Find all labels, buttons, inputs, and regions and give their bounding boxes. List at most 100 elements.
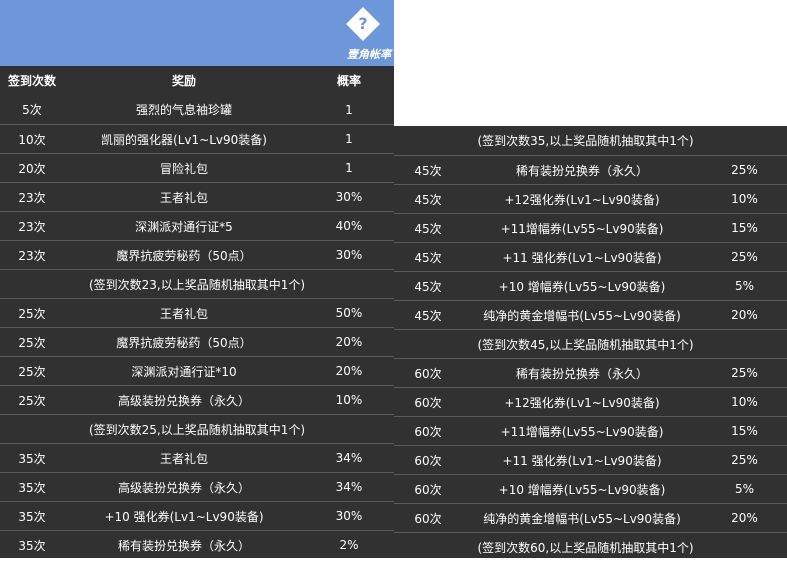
checkin-count-cell: 35次 <box>18 480 46 495</box>
checkin-count-cell: 60次 <box>414 395 442 410</box>
site-logo: ? 壹角帐率 <box>345 6 393 64</box>
table-row: 35次 +10 强化券(Lv1~Lv90装备) 30% <box>0 501 394 530</box>
note-text: (签到次数60,以上奖品随机抽取其中1个) <box>477 540 694 555</box>
table-row: 35次 高级装扮兑换券（永久） 34% <box>0 472 394 501</box>
probability-cell: 1 <box>345 132 353 146</box>
table-row: 45次 +12强化券(Lv1~Lv90装备) 10% <box>394 184 787 213</box>
checkin-count-cell: 45次 <box>414 163 442 178</box>
probability-cell: 2% <box>339 538 359 552</box>
note-text: (签到次数23,以上奖品随机抽取其中1个) <box>88 277 306 292</box>
table-row: 20次 冒险礼包 1 <box>0 153 394 182</box>
checkin-count-cell: 35次 <box>18 538 46 553</box>
reward-cell: +11 强化券(Lv1~Lv90装备) <box>502 453 662 468</box>
probability-cell: 20% <box>731 308 758 322</box>
checkin-count-cell: 35次 <box>18 509 46 524</box>
probability-cell: 25% <box>731 366 758 380</box>
probability-cell: 1 <box>345 102 353 117</box>
probability-cell: 20% <box>731 511 758 525</box>
checkin-count-cell: 60次 <box>414 366 442 381</box>
probability-cell: 34% <box>335 480 363 494</box>
checkin-count-cell: 25次 <box>18 393 46 408</box>
probability-cell: 25% <box>731 163 758 177</box>
checkin-count-cell: 60次 <box>414 424 442 439</box>
probability-cell: 5% <box>734 279 755 293</box>
checkin-count-cell: 20次 <box>18 161 46 176</box>
reward-cell: 魔界抗疲劳秘药（50点） <box>116 248 252 263</box>
checkin-count-cell: 60次 <box>414 482 442 497</box>
checkin-count-cell: 45次 <box>414 250 442 265</box>
checkin-count-cell: 45次 <box>414 308 442 323</box>
probability-cell: 50% <box>335 306 363 320</box>
probability-cell: 15% <box>731 221 758 235</box>
header-checkin-count: 签到次数 <box>7 74 56 88</box>
checkin-count-cell: 35次 <box>18 451 46 466</box>
table-note-row: (签到次数25,以上奖品随机抽取其中1个) <box>0 414 394 443</box>
checkin-count-cell: 23次 <box>18 248 46 263</box>
checkin-count-cell: 5次 <box>22 103 42 117</box>
table-note-row: (签到次数45,以上奖品随机抽取其中1个) <box>394 329 787 358</box>
reward-table-left: 签到次数 奖励 概率 5次 强烈的气息袖珍罐 1 10次 凯丽的强化器(Lv1~Lv90… <box>0 66 394 558</box>
reward-cell: 凯丽的强化器(Lv1~Lv90装备) <box>101 132 267 147</box>
probability-cell: 25% <box>731 250 758 264</box>
checkin-count-cell: 23次 <box>18 190 46 205</box>
reward-cell: +10 增幅券(Lv55~Lv90装备) <box>498 482 666 497</box>
probability-cell: 30% <box>335 509 363 523</box>
header-probability: 概率 <box>336 74 361 88</box>
reward-cell: 纯净的黄金增幅书(Lv55~Lv90装备) <box>483 308 681 323</box>
table-row: 10次 凯丽的强化器(Lv1~Lv90装备) 1 <box>0 124 394 153</box>
table-row: 45次 稀有装扮兑换券（永久） 25% <box>394 155 787 184</box>
note-text: (签到次数45,以上奖品随机抽取其中1个) <box>477 337 694 352</box>
probability-cell: 10% <box>731 395 758 409</box>
reward-cell: +10 增幅券(Lv55~Lv90装备) <box>498 279 666 294</box>
checkin-count-cell: 45次 <box>414 279 442 294</box>
probability-cell: 34% <box>335 451 363 465</box>
probability-cell: 15% <box>731 424 758 438</box>
table-row: 45次 纯净的黄金增幅书(Lv55~Lv90装备) 20% <box>394 300 787 329</box>
table-row: 25次 深渊派对通行证*10 20% <box>0 356 394 385</box>
reward-cell: 深渊派对通行证*10 <box>131 364 237 379</box>
table-row: 23次 魔界抗疲劳秘药（50点） 30% <box>0 240 394 269</box>
reward-cell: 魔界抗疲劳秘药（50点） <box>116 335 252 350</box>
header-reward: 奖励 <box>171 74 196 88</box>
probability-cell: 10% <box>731 192 758 206</box>
table-row: 25次 王者礼包 50% <box>0 298 394 327</box>
note-text: (签到次数25,以上奖品随机抽取其中1个) <box>88 422 306 437</box>
table-row: 25次 高级装扮兑换券（永久） 10% <box>0 385 394 414</box>
reward-cell: +11 强化券(Lv1~Lv90装备) <box>502 250 662 265</box>
table-row: 23次 深渊派对通行证*5 40% <box>0 211 394 240</box>
logo-text: 壹角帐率 <box>347 48 391 61</box>
probability-cell: 1 <box>345 161 353 175</box>
table-row: 35次 王者礼包 34% <box>0 443 394 472</box>
probability-cell: 30% <box>335 190 363 204</box>
reward-cell: 强烈的气息袖珍罐 <box>135 103 232 117</box>
reward-cell: 冒险礼包 <box>159 161 208 176</box>
table-note-row: (签到次数60,以上奖品随机抽取其中1个) <box>394 532 787 561</box>
probability-cell: 40% <box>335 219 363 233</box>
table-row: 60次 纯净的黄金增幅书(Lv55~Lv90装备) 20% <box>394 503 787 532</box>
table-row: 45次 +11 强化券(Lv1~Lv90装备) 25% <box>394 242 787 271</box>
table-row: 60次 +11增幅券(Lv55~Lv90装备) 15% <box>394 416 787 445</box>
table-row: 60次 +10 增幅券(Lv55~Lv90装备) 5% <box>394 474 787 503</box>
table-row: 60次 +11 强化券(Lv1~Lv90装备) 25% <box>394 445 787 474</box>
reward-cell: +12强化券(Lv1~Lv90装备) <box>504 395 660 410</box>
table-note-row: (签到次数23,以上奖品随机抽取其中1个) <box>0 269 394 298</box>
table-header: 签到次数 奖励 概率 <box>0 66 394 95</box>
reward-cell: 深渊派对通行证*5 <box>135 219 233 234</box>
reward-cell: 高级装扮兑换券（永久） <box>117 480 250 495</box>
reward-cell: 王者礼包 <box>159 306 208 321</box>
reward-cell: +11增幅券(Lv55~Lv90装备) <box>500 221 664 236</box>
reward-cell: 王者礼包 <box>159 451 208 466</box>
probability-cell: 20% <box>335 335 363 349</box>
reward-cell: +10 强化券(Lv1~Lv90装备) <box>104 509 264 524</box>
probability-cell: 10% <box>335 393 363 407</box>
checkin-count-cell: 60次 <box>414 511 442 526</box>
reward-cell: 稀有装扮兑换券（永久） <box>515 163 648 178</box>
reward-cell: 稀有装扮兑换券（永久） <box>515 366 648 381</box>
probability-cell: 25% <box>731 453 758 467</box>
table-row: 60次 +12强化券(Lv1~Lv90装备) 10% <box>394 387 787 416</box>
header-banner: ? 壹角帐率 <box>0 0 394 66</box>
note-text: (签到次数35,以上奖品随机抽取其中1个) <box>477 134 694 148</box>
question-mark-icon: ? <box>358 14 368 33</box>
table-note-row: (签到次数35,以上奖品随机抽取其中1个) <box>394 126 787 155</box>
reward-cell: +11增幅券(Lv55~Lv90装备) <box>500 424 664 439</box>
